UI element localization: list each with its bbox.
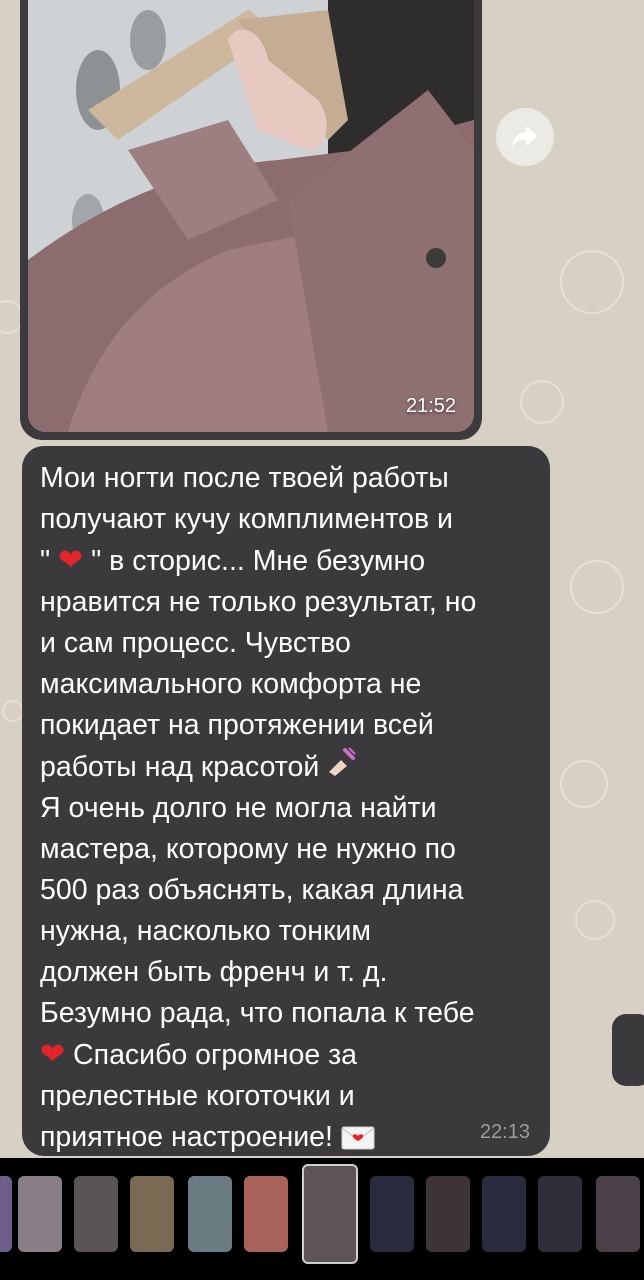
message-line: 500 раз объяснять, какая длина xyxy=(40,874,464,906)
thumbnail[interactable] xyxy=(482,1176,526,1252)
doodle-circle xyxy=(570,560,624,614)
message-line: Мои ногти после твоей работы xyxy=(40,462,449,494)
thumbnail[interactable] xyxy=(130,1176,174,1252)
thumbnail[interactable] xyxy=(74,1176,118,1252)
heart-emoji-icon: ❤ xyxy=(58,544,84,577)
thumbnail-selected[interactable] xyxy=(302,1164,358,1264)
doodle-circle xyxy=(575,900,615,940)
thumbnail[interactable] xyxy=(538,1176,582,1252)
photo-attachment[interactable]: 21:52 xyxy=(28,0,474,432)
partial-message-bubble[interactable] xyxy=(612,1014,644,1086)
message-line: Спасибо огромное за xyxy=(65,1039,358,1071)
message-timestamp: 22:13 xyxy=(479,1121,530,1143)
photo-message-bubble[interactable]: 21:52 xyxy=(20,0,482,440)
thumbnail[interactable] xyxy=(426,1176,470,1252)
message-line: приятное настроение! xyxy=(40,1121,341,1153)
thumbnail-strip[interactable] xyxy=(0,1158,644,1280)
nail-polish-emoji-icon xyxy=(329,747,356,776)
message-line: " xyxy=(40,545,59,577)
text-message-bubble[interactable]: Мои ногти после твоей работы получают ку… xyxy=(22,446,550,1156)
message-line: Безумно рада, что попала к тебе xyxy=(40,997,475,1029)
message-line: нужна, насколько тонким xyxy=(40,915,371,947)
heart-emoji-icon: ❤ xyxy=(40,1038,66,1071)
doodle-circle xyxy=(560,250,624,314)
message-line: максимального комфорта не xyxy=(40,668,422,700)
message-line: мастера, которому не нужно по xyxy=(40,833,456,865)
thumbnail[interactable] xyxy=(244,1176,288,1252)
message-line: получают кучу комплиментов и xyxy=(40,503,453,535)
thumbnail[interactable] xyxy=(188,1176,232,1252)
thumbnail[interactable] xyxy=(596,1176,640,1252)
message-line: Я очень долго не могла найти xyxy=(40,792,437,824)
message-line: нравится не только результат, но xyxy=(40,586,477,618)
doodle-circle xyxy=(2,700,24,722)
doodle-circle xyxy=(520,380,564,424)
photo-timestamp: 21:52 xyxy=(405,395,456,417)
message-line: " в сторис... Мне безумно xyxy=(83,545,426,577)
message-line: и сам процесс. Чувство xyxy=(40,627,351,659)
doodle-circle xyxy=(560,760,608,808)
message-line: покидает на протяжении всей xyxy=(40,709,434,741)
forward-arrow-icon xyxy=(512,126,538,147)
photo-image xyxy=(28,0,474,432)
love-letter-emoji-icon xyxy=(341,1126,375,1150)
message-line: прелестные коготочки и xyxy=(40,1080,355,1112)
message-line: должен быть френч и т. д. xyxy=(40,956,388,988)
thumbnail[interactable] xyxy=(370,1176,414,1252)
forward-button[interactable] xyxy=(496,108,554,166)
message-text: Мои ногти после твоей работы получают ку… xyxy=(40,458,532,1158)
thumbnail[interactable] xyxy=(0,1176,12,1252)
message-line: работы над красотой xyxy=(40,751,328,783)
thumbnail[interactable] xyxy=(18,1176,62,1252)
